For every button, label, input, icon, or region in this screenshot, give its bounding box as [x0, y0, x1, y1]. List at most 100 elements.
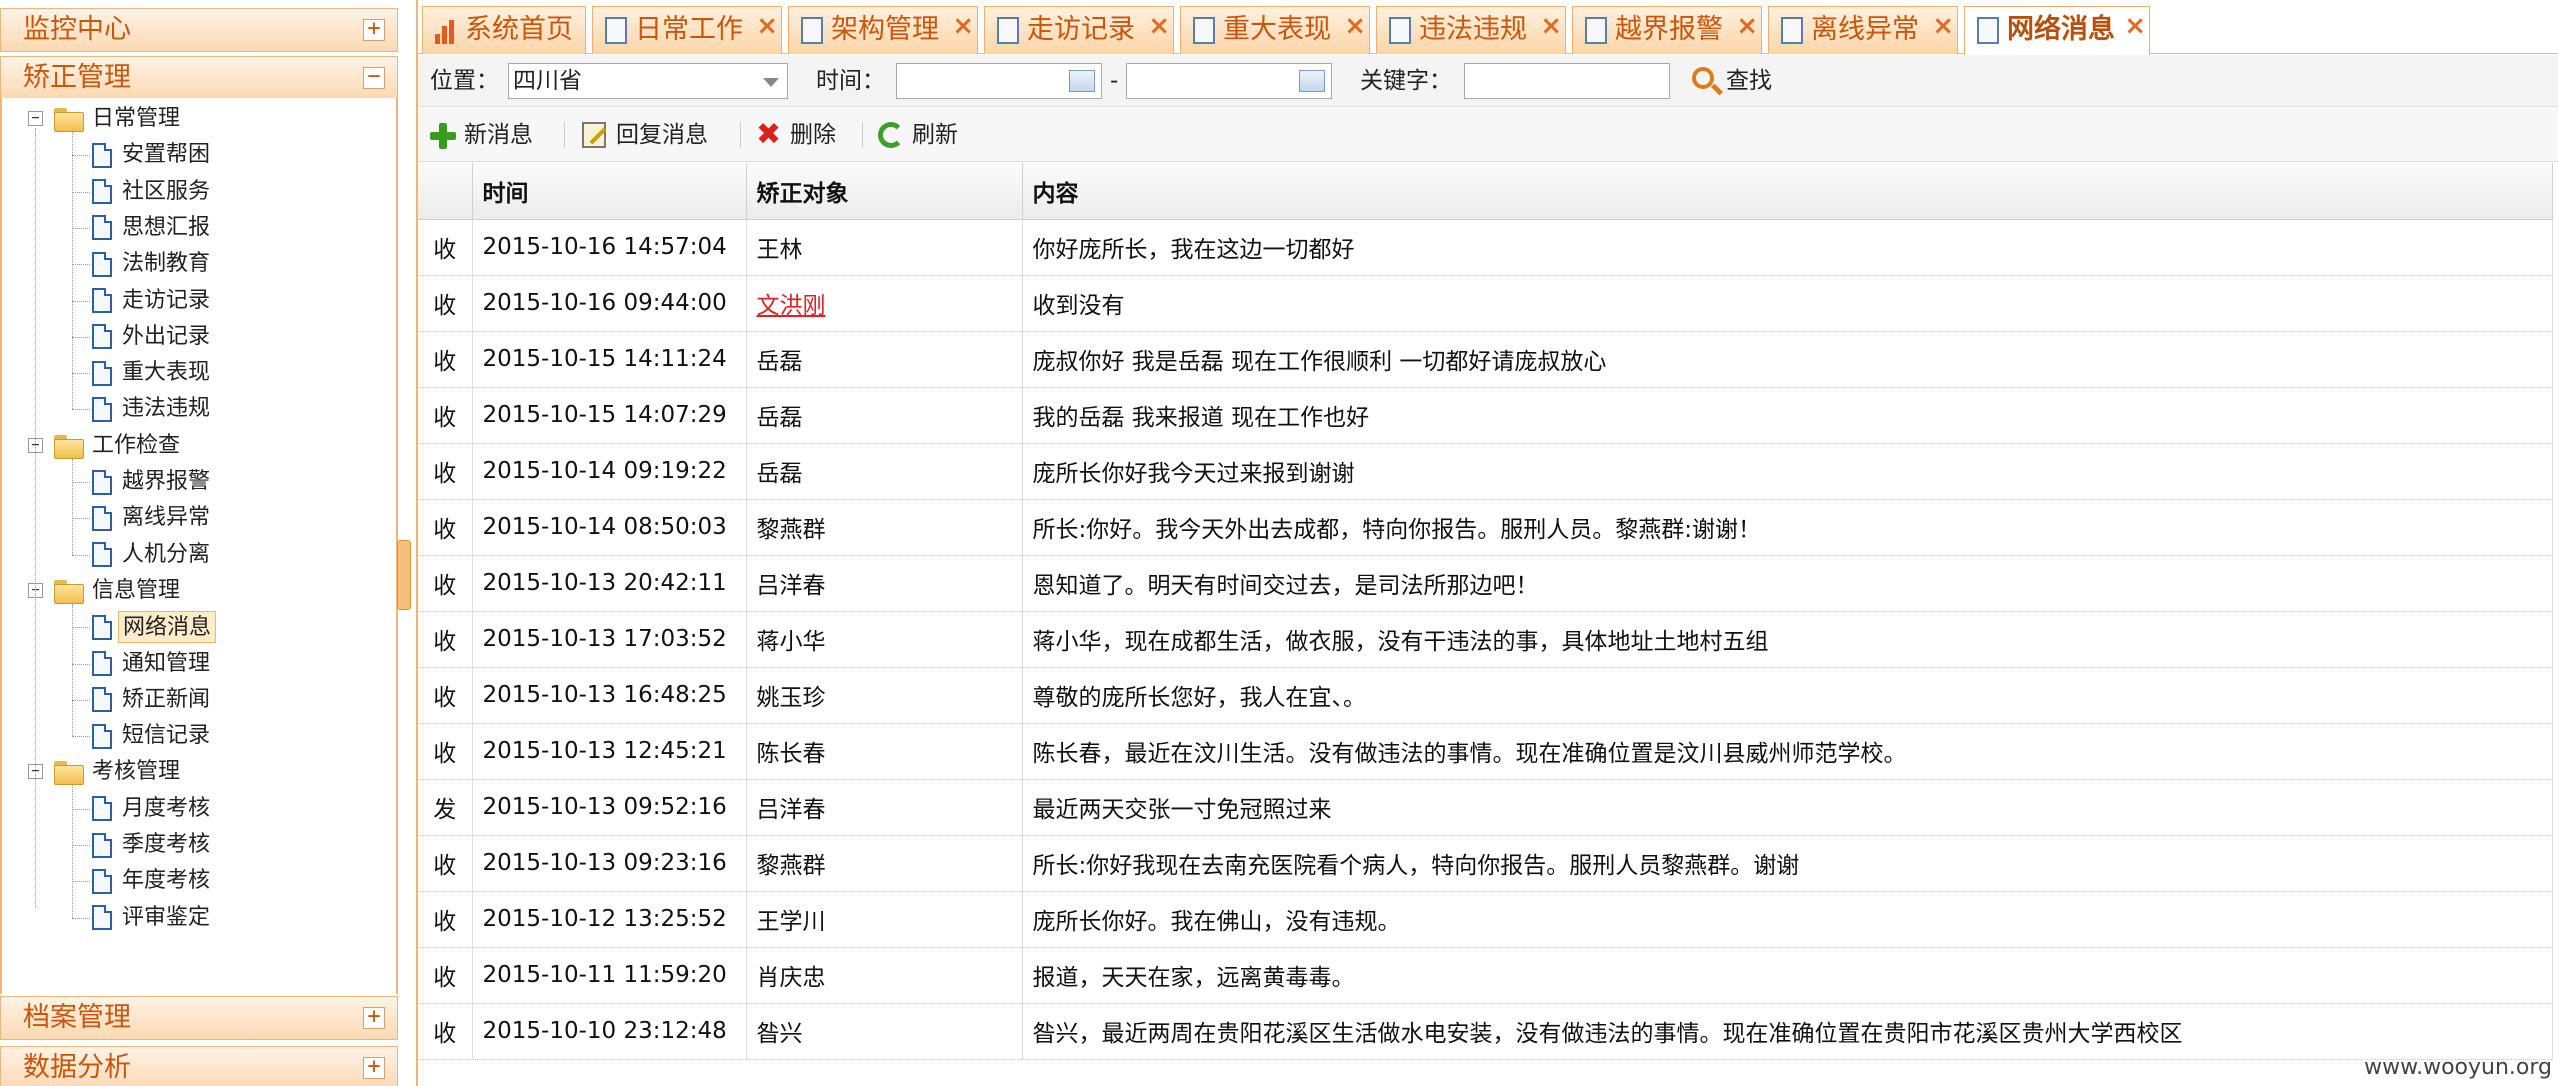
tree-item[interactable]: 法制教育 [92, 247, 214, 281]
close-icon[interactable]: × [2124, 3, 2146, 49]
close-icon[interactable]: × [756, 3, 778, 49]
table-row[interactable]: 收 2015-10-13 20:42:11 吕洋春 恩知道了。明天有时间交过去，是司法… [418, 555, 2553, 612]
search-button[interactable]: 查找 [1690, 63, 1772, 99]
tree-folder-0[interactable]: − 日常管理 [22, 102, 184, 136]
column-header-person[interactable]: 矫正对象 [746, 163, 1023, 220]
column-header-time[interactable]: 时间 [472, 163, 747, 220]
refresh-button[interactable]: 刷新 [876, 116, 958, 154]
close-icon[interactable]: × [1932, 3, 1954, 49]
tree-item[interactable]: 离线异常 [92, 501, 214, 535]
accordion-header-monitor[interactable]: 监控中心 + [0, 8, 398, 52]
tree-item[interactable]: 短信记录 [92, 719, 214, 753]
table-row[interactable]: 收 2015-10-16 09:44:00 文洪刚 收到没有 [418, 275, 2553, 332]
table-row[interactable]: 收 2015-10-10 23:12:48 昝兴 昝兴，最近两周在贵阳花溪区生活做水电… [418, 1003, 2553, 1060]
table-row[interactable]: 收 2015-10-14 08:50:03 黎燕群 所长:你好。我今天外出去成都，特向… [418, 499, 2553, 556]
accordion-header-archive[interactable]: 档案管理 + [0, 996, 398, 1040]
tree-item[interactable]: 越界报警 [92, 465, 214, 499]
tree-item[interactable]: 外出记录 [92, 320, 214, 354]
close-icon[interactable]: × [1736, 3, 1758, 49]
location-select[interactable]: 四川省 [508, 63, 788, 99]
tree-item[interactable]: 通知管理 [92, 647, 214, 681]
close-icon[interactable]: × [1148, 3, 1170, 49]
tree-item[interactable]: 社区服务 [92, 175, 214, 209]
tab-8[interactable]: 网络消息 × [1964, 6, 2150, 55]
table-row[interactable]: 收 2015-10-11 11:59:20 肖庆忠 报道，天天在家，远离黄毒毒。 [418, 947, 2553, 1004]
tree-item[interactable]: 重大表现 [92, 356, 214, 390]
tree-folder-1[interactable]: − 工作检查 [22, 429, 184, 463]
accordion-title: 档案管理 [23, 1002, 131, 1033]
column-header-content[interactable]: 内容 [1022, 163, 2553, 220]
document-icon [92, 142, 112, 168]
tree-connector [35, 128, 36, 908]
expand-icon[interactable]: + [363, 18, 385, 41]
table-row[interactable]: 收 2015-10-13 17:03:52 蒋小华 蒋小华，现在成都生活，做衣服，没有… [418, 611, 2553, 668]
tab-0[interactable]: 系统首页 [422, 6, 586, 54]
cell-person: 陈长春 [746, 723, 1023, 780]
table-row[interactable]: 收 2015-10-14 09:19:22 岳磊 庞所长你好我今天过来报到谢谢 [418, 443, 2553, 500]
tree-item[interactable]: 安置帮困 [92, 138, 214, 172]
close-icon[interactable]: × [952, 3, 974, 49]
delete-button[interactable]: ✖ 删除 [754, 116, 836, 154]
tree-item[interactable]: 矫正新闻 [92, 683, 214, 717]
cell-direction: 收 [418, 1003, 473, 1060]
tree-item[interactable]: 评审鉴定 [92, 901, 214, 935]
document-icon [801, 17, 823, 44]
left-navigation-panel: 监控中心 + 矫正管理 − − 日常管理 安置帮困 社区服务 思想汇报 法制教育 走访记录外… [0, 0, 398, 1086]
calendar-icon[interactable] [1069, 70, 1095, 92]
tree-collapse-icon[interactable]: − [28, 111, 43, 126]
accordion-header-analysis[interactable]: 数据分析 + [0, 1046, 398, 1086]
table-row[interactable]: 收 2015-10-13 16:48:25 姚玉珍 尊敬的庞所长您好，我人在宜、。 [418, 667, 2553, 724]
tab-5[interactable]: 违法违规 × [1376, 6, 1566, 54]
tab-2[interactable]: 架构管理 × [788, 6, 978, 54]
cell-direction: 收 [418, 331, 473, 388]
table-row[interactable]: 收 2015-10-15 14:11:24 岳磊 庞叔你好 我是岳磊 现在工作很顺利 … [418, 331, 2553, 388]
time-from-field[interactable] [896, 63, 1102, 99]
column-header-direction[interactable] [418, 163, 473, 220]
tab-7[interactable]: 离线异常 × [1768, 6, 1958, 54]
tree-folder-2[interactable]: − 信息管理 [22, 574, 184, 608]
tree-item[interactable]: 月度考核 [92, 792, 214, 826]
table-row[interactable]: 收 2015-10-16 14:57:04 王林 你好庞所长，我在这边一切都好 [418, 219, 2553, 276]
expand-icon[interactable]: + [363, 1056, 385, 1079]
tab-4[interactable]: 重大表现 × [1180, 6, 1370, 54]
close-icon[interactable]: × [1540, 3, 1562, 49]
collapse-handle[interactable] [397, 540, 411, 610]
table-row[interactable]: 收 2015-10-12 13:25:52 王学川 庞所长你好。我在佛山，没有违规。 [418, 891, 2553, 948]
cell-direction: 收 [418, 835, 473, 892]
tree-item[interactable]: 走访记录 [92, 284, 214, 318]
app-window: 监控中心 + 矫正管理 − − 日常管理 安置帮困 社区服务 思想汇报 法制教育 走访记录外… [0, 0, 2558, 1086]
tab-3[interactable]: 走访记录 × [984, 6, 1174, 54]
close-icon[interactable]: × [1344, 3, 1366, 49]
keyword-input[interactable] [1464, 63, 1670, 99]
cell-person: 蒋小华 [746, 611, 1023, 668]
tree-item[interactable]: 网络消息 [92, 610, 217, 644]
time-to-field[interactable] [1126, 63, 1332, 99]
tree-connector [72, 699, 90, 701]
tree-item[interactable]: 思想汇报 [92, 211, 214, 245]
table-row[interactable]: 收 2015-10-13 09:23:16 黎燕群 所长:你好我现在去南充医院看个病人… [418, 835, 2553, 892]
toolbar-divider [740, 122, 741, 148]
expand-icon[interactable]: + [363, 1006, 385, 1029]
tree-connector [72, 300, 90, 302]
accordion-header-correction[interactable]: 矫正管理 − [0, 56, 398, 100]
document-icon [92, 868, 112, 894]
reply-message-button[interactable]: 回复消息 [580, 116, 708, 154]
table-row[interactable]: 收 2015-10-15 14:07:29 岳磊 我的岳磊 我来报道 现在工作也好 [418, 387, 2553, 444]
message-grid: 时间 矫正对象 内容 收 2015-10-16 14:57:04 王林 你好庞所长，我… [418, 163, 2558, 1086]
table-row[interactable]: 收 2015-10-13 12:45:21 陈长春 陈长春，最近在汶川生活。没有做违法… [418, 723, 2553, 780]
accordion-title: 监控中心 [23, 14, 131, 45]
calendar-icon[interactable] [1299, 70, 1325, 92]
tree-folder-3[interactable]: − 考核管理 [22, 755, 184, 789]
tree-item[interactable]: 季度考核 [92, 828, 214, 862]
new-message-button[interactable]: 新消息 [428, 116, 533, 154]
table-row[interactable]: 发 2015-10-13 09:52:16 吕洋春 最近两天交张一寸免冠照过来 [418, 779, 2553, 836]
tree-item[interactable]: 人机分离 [92, 538, 214, 572]
tab-1[interactable]: 日常工作 × [592, 6, 782, 54]
tree-item[interactable]: 年度考核 [92, 864, 214, 898]
cell-content: 所长:你好。我今天外出去成都，特向你报告。服刑人员。黎燕群:谢谢！ [1022, 499, 2553, 556]
tree-item[interactable]: 违法违规 [92, 392, 214, 426]
tab-6[interactable]: 越界报警 × [1572, 6, 1762, 54]
person-link[interactable]: 文洪刚 [757, 293, 826, 319]
toolbar-divider [862, 122, 863, 148]
collapse-icon[interactable]: − [363, 66, 385, 89]
